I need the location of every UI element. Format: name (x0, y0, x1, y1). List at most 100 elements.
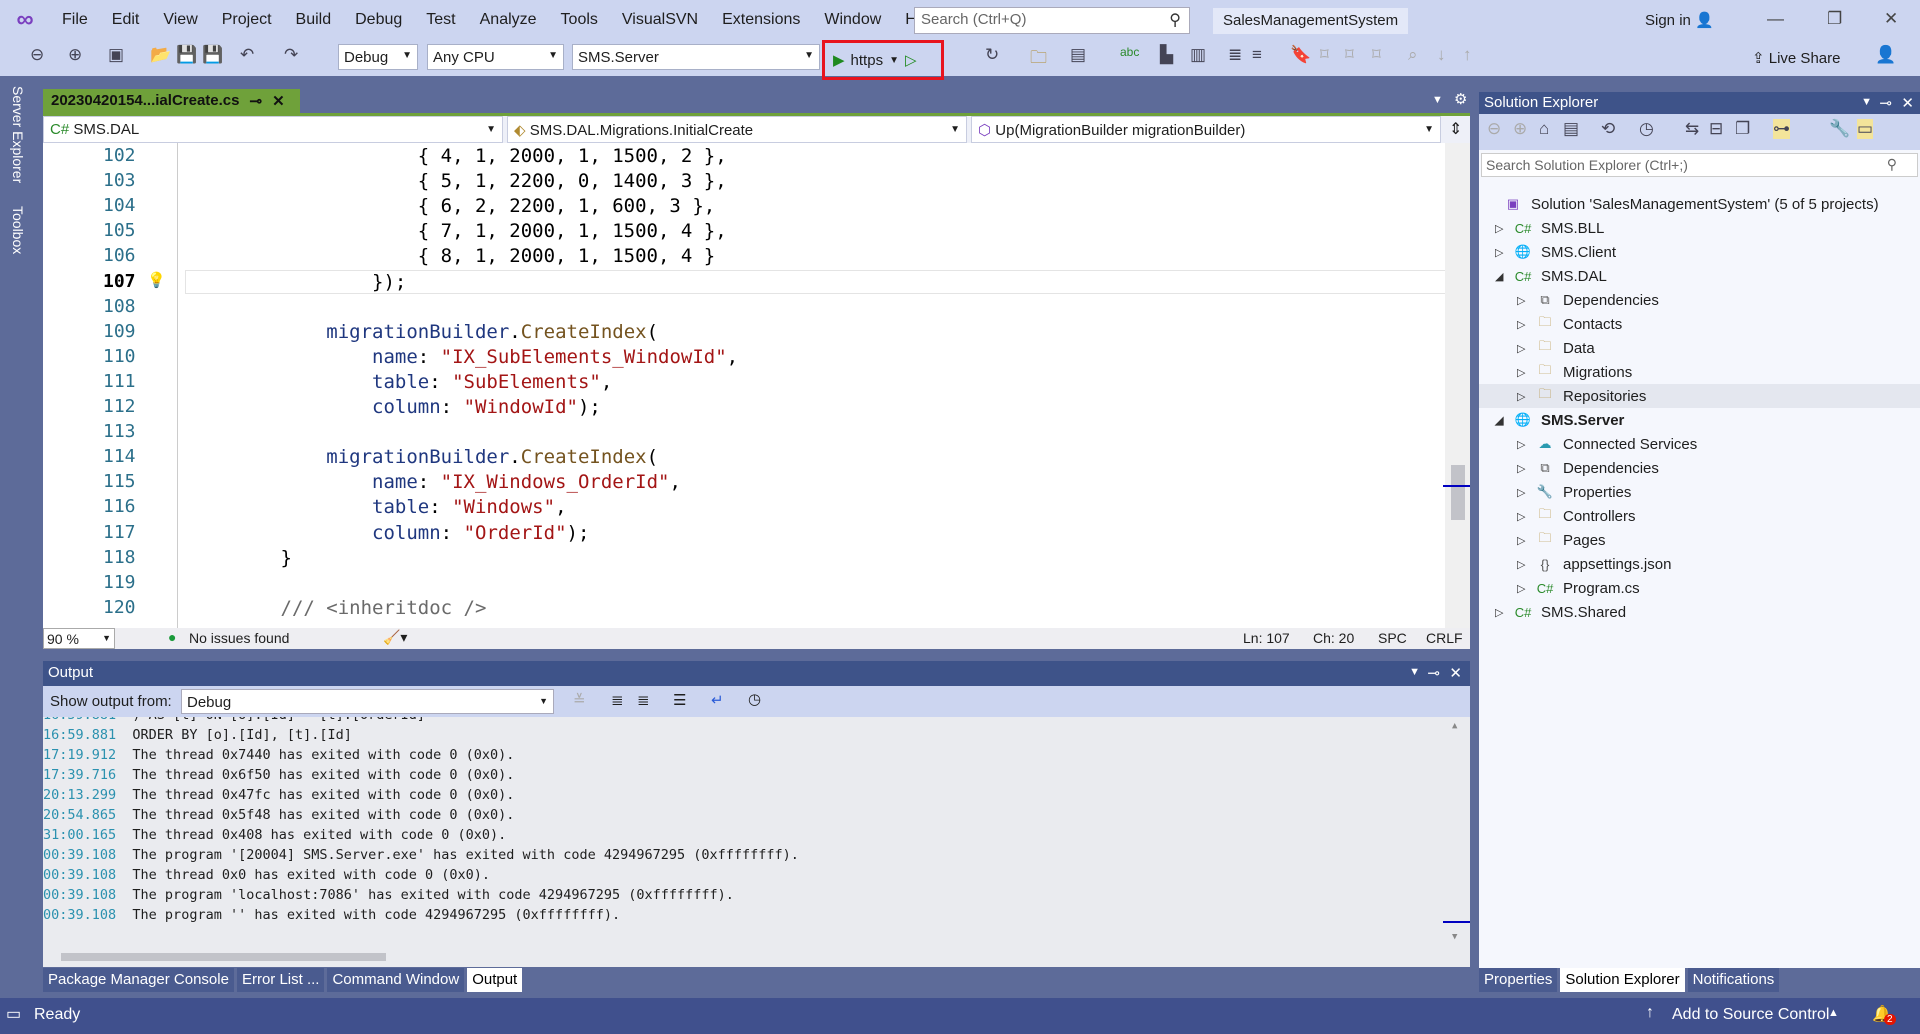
collapsed-arrow-icon[interactable]: ▷ (1517, 486, 1533, 499)
feedback-icon[interactable]: 👤 (1875, 45, 1896, 65)
properties-wrench-icon[interactable]: 🔧 (1829, 119, 1850, 139)
menu-visualsvn[interactable]: VisualSVN (610, 11, 710, 29)
next-bookmark-icon[interactable]: ⌑ (1345, 45, 1354, 65)
sign-in-link[interactable]: Sign in 👤 (1645, 11, 1714, 29)
tree-item[interactable]: ▷ 🗀 Migrations (1479, 360, 1920, 384)
menu-project[interactable]: Project (210, 11, 284, 29)
line-ending-indicator[interactable]: CRLF (1426, 630, 1463, 646)
next-message-icon[interactable]: ≣ (637, 691, 650, 709)
tab-package-manager-console[interactable]: Package Manager Console (43, 968, 234, 992)
clear-bookmarks-icon[interactable]: ⌑ (1372, 45, 1381, 65)
live-share-button[interactable]: ⇪ Live Share (1752, 49, 1840, 67)
open-icon[interactable]: 📂 (150, 45, 171, 65)
show-all-files-icon[interactable]: ❐ (1735, 119, 1750, 139)
code-cleanup-icon[interactable]: 🧹▾ (383, 629, 407, 646)
zoom-select[interactable]: 90 % ▼ (43, 628, 115, 649)
tab-output[interactable]: Output (467, 968, 523, 992)
collapsed-arrow-icon[interactable]: ▷ (1517, 294, 1533, 307)
menu-debug[interactable]: Debug (343, 11, 414, 29)
window-icon[interactable]: ▤ (1070, 45, 1086, 65)
output-source-select[interactable]: Debug ▼ (181, 689, 554, 714)
tab-solution-explorer[interactable]: Solution Explorer (1560, 968, 1685, 992)
tree-item[interactable]: ▷ ☁ Connected Services (1479, 432, 1920, 456)
tree-item[interactable]: ▷ {} appsettings.json (1479, 552, 1920, 576)
home-icon[interactable]: ⌂ (1539, 119, 1549, 139)
run-without-debugging-icon[interactable]: ▷ (905, 51, 917, 69)
restore-button[interactable]: ❐ (1827, 9, 1842, 29)
tab-command-window[interactable]: Command Window (327, 968, 465, 992)
platform-select[interactable]: Any CPU ▼ (427, 44, 564, 70)
collapsed-arrow-icon[interactable]: ▷ (1517, 534, 1533, 547)
bookmark-icon[interactable]: 🔖 (1290, 45, 1311, 65)
indent-icon[interactable]: ≣ (1228, 45, 1242, 65)
document-tab[interactable]: 20230420154...ialCreate.cs ⊸ ✕ (43, 89, 300, 113)
expanded-arrow-icon[interactable]: ◢ (1495, 270, 1511, 283)
menu-analyze[interactable]: Analyze (468, 11, 549, 29)
menu-extensions[interactable]: Extensions (710, 11, 812, 29)
prev-bookmark-icon[interactable]: ⌑ (1320, 45, 1329, 65)
issues-status[interactable]: No issues found (189, 630, 289, 646)
collapsed-arrow-icon[interactable]: ▷ (1495, 606, 1511, 619)
configuration-select[interactable]: Debug ▼ (338, 44, 418, 70)
menu-window[interactable]: Window (812, 11, 893, 29)
undo-icon[interactable]: ↶ (240, 45, 254, 65)
project-dropdown[interactable]: C# SMS.DAL ▼ (43, 116, 503, 143)
gear-icon[interactable]: ⚙ (1454, 90, 1467, 108)
tree-item[interactable]: ▷ 🗀 Contacts (1479, 312, 1920, 336)
code-editor[interactable]: 102 103 104 105 106 107 💡 108 109 110 111 112 113 114… (43, 143, 1470, 628)
collapsed-arrow-icon[interactable]: ▷ (1517, 390, 1533, 403)
close-icon[interactable]: ✕ (1901, 94, 1914, 112)
run-button-highlight[interactable]: ▶ https ▼ ▷ (822, 40, 944, 80)
menu-tools[interactable]: Tools (549, 11, 610, 29)
tab-notifications[interactable]: Notifications (1687, 968, 1780, 992)
output-content[interactable]: 16:59.881 ) AS [t] ON [o].[Id] = [t].[Or… (43, 717, 1470, 967)
pin-icon[interactable]: ⊸ (1879, 94, 1892, 112)
tree-item[interactable]: ▷ 🔧 Properties (1479, 480, 1920, 504)
output-horizontal-scrollbar[interactable] (61, 953, 386, 961)
collapsed-arrow-icon[interactable]: ▷ (1495, 246, 1511, 259)
split-editor-icon[interactable]: ⇕ (1445, 116, 1466, 143)
preview-icon[interactable]: ▭ (1857, 119, 1874, 139)
preview-selected-icon[interactable]: ⊶ (1773, 119, 1790, 139)
solution-explorer-search[interactable]: Search Solution Explorer (Ctrl+;) ⚲ (1481, 153, 1918, 177)
tree-item[interactable]: ▷ C# SMS.Shared (1479, 600, 1920, 624)
add-to-source-control-button[interactable]: Add to Source Control (1672, 1006, 1829, 1024)
tree-item[interactable]: ▷ ⧉ Dependencies (1479, 456, 1920, 480)
search-box[interactable]: Search (Ctrl+Q) ⚲ (914, 7, 1190, 34)
save-all-icon[interactable]: 💾 (202, 45, 223, 65)
pin-icon[interactable]: ⊸ (250, 92, 263, 110)
sync-active-document-icon[interactable]: ⇆ (1685, 119, 1699, 139)
collapsed-arrow-icon[interactable]: ▷ (1517, 366, 1533, 379)
save-icon[interactable]: 💾 (176, 45, 197, 65)
tree-item[interactable]: ▷ 🗀 Data (1479, 336, 1920, 360)
output-window-icon[interactable]: ▭ (6, 1004, 21, 1024)
tree-item[interactable]: ▷ C# Program.cs (1479, 576, 1920, 600)
collapsed-arrow-icon[interactable]: ▷ (1495, 222, 1511, 235)
tab-properties[interactable]: Properties (1479, 968, 1558, 992)
tree-item[interactable]: ◢ C# SMS.DAL (1479, 264, 1920, 288)
format-icon[interactable]: ▥ (1190, 45, 1206, 65)
tree-item[interactable]: ▷ 🗀 Pages (1479, 528, 1920, 552)
tree-item[interactable]: ▷ ⧉ Dependencies (1479, 288, 1920, 312)
scroll-up-icon[interactable]: ▲ (1452, 721, 1457, 731)
toolbox-tab[interactable]: Toolbox (10, 206, 26, 254)
close-tab-icon[interactable]: ✕ (272, 92, 285, 110)
scroll-down-icon[interactable]: ▼ (1452, 932, 1457, 942)
menu-test[interactable]: Test (414, 11, 467, 29)
tab-error-list[interactable]: Error List ... (236, 968, 325, 992)
whitespace-indicator[interactable]: SPC (1378, 630, 1407, 646)
collapsed-arrow-icon[interactable]: ▷ (1517, 318, 1533, 331)
pending-changes-icon[interactable]: ◷ (1639, 119, 1654, 139)
pin-icon[interactable]: ⊸ (1427, 664, 1440, 682)
arrow-up-icon[interactable]: ↑ (1463, 45, 1472, 65)
output-vertical-scrollbar[interactable]: ▲ ▼ (1443, 717, 1470, 967)
word-wrap-icon[interactable]: ↵ (711, 691, 724, 709)
server-explorer-tab[interactable]: Server Explorer (10, 86, 26, 183)
scrollbar-thumb[interactable] (1451, 465, 1465, 520)
refresh-icon[interactable]: ↻ (985, 45, 999, 65)
tree-item[interactable]: ◢ 🌐 SMS.Server (1479, 408, 1920, 432)
collapsed-arrow-icon[interactable]: ▷ (1517, 342, 1533, 355)
dropdown-icon[interactable]: ▼ (1861, 96, 1872, 108)
menu-build[interactable]: Build (284, 11, 344, 29)
prev-message-icon[interactable]: ≣ (611, 691, 624, 709)
